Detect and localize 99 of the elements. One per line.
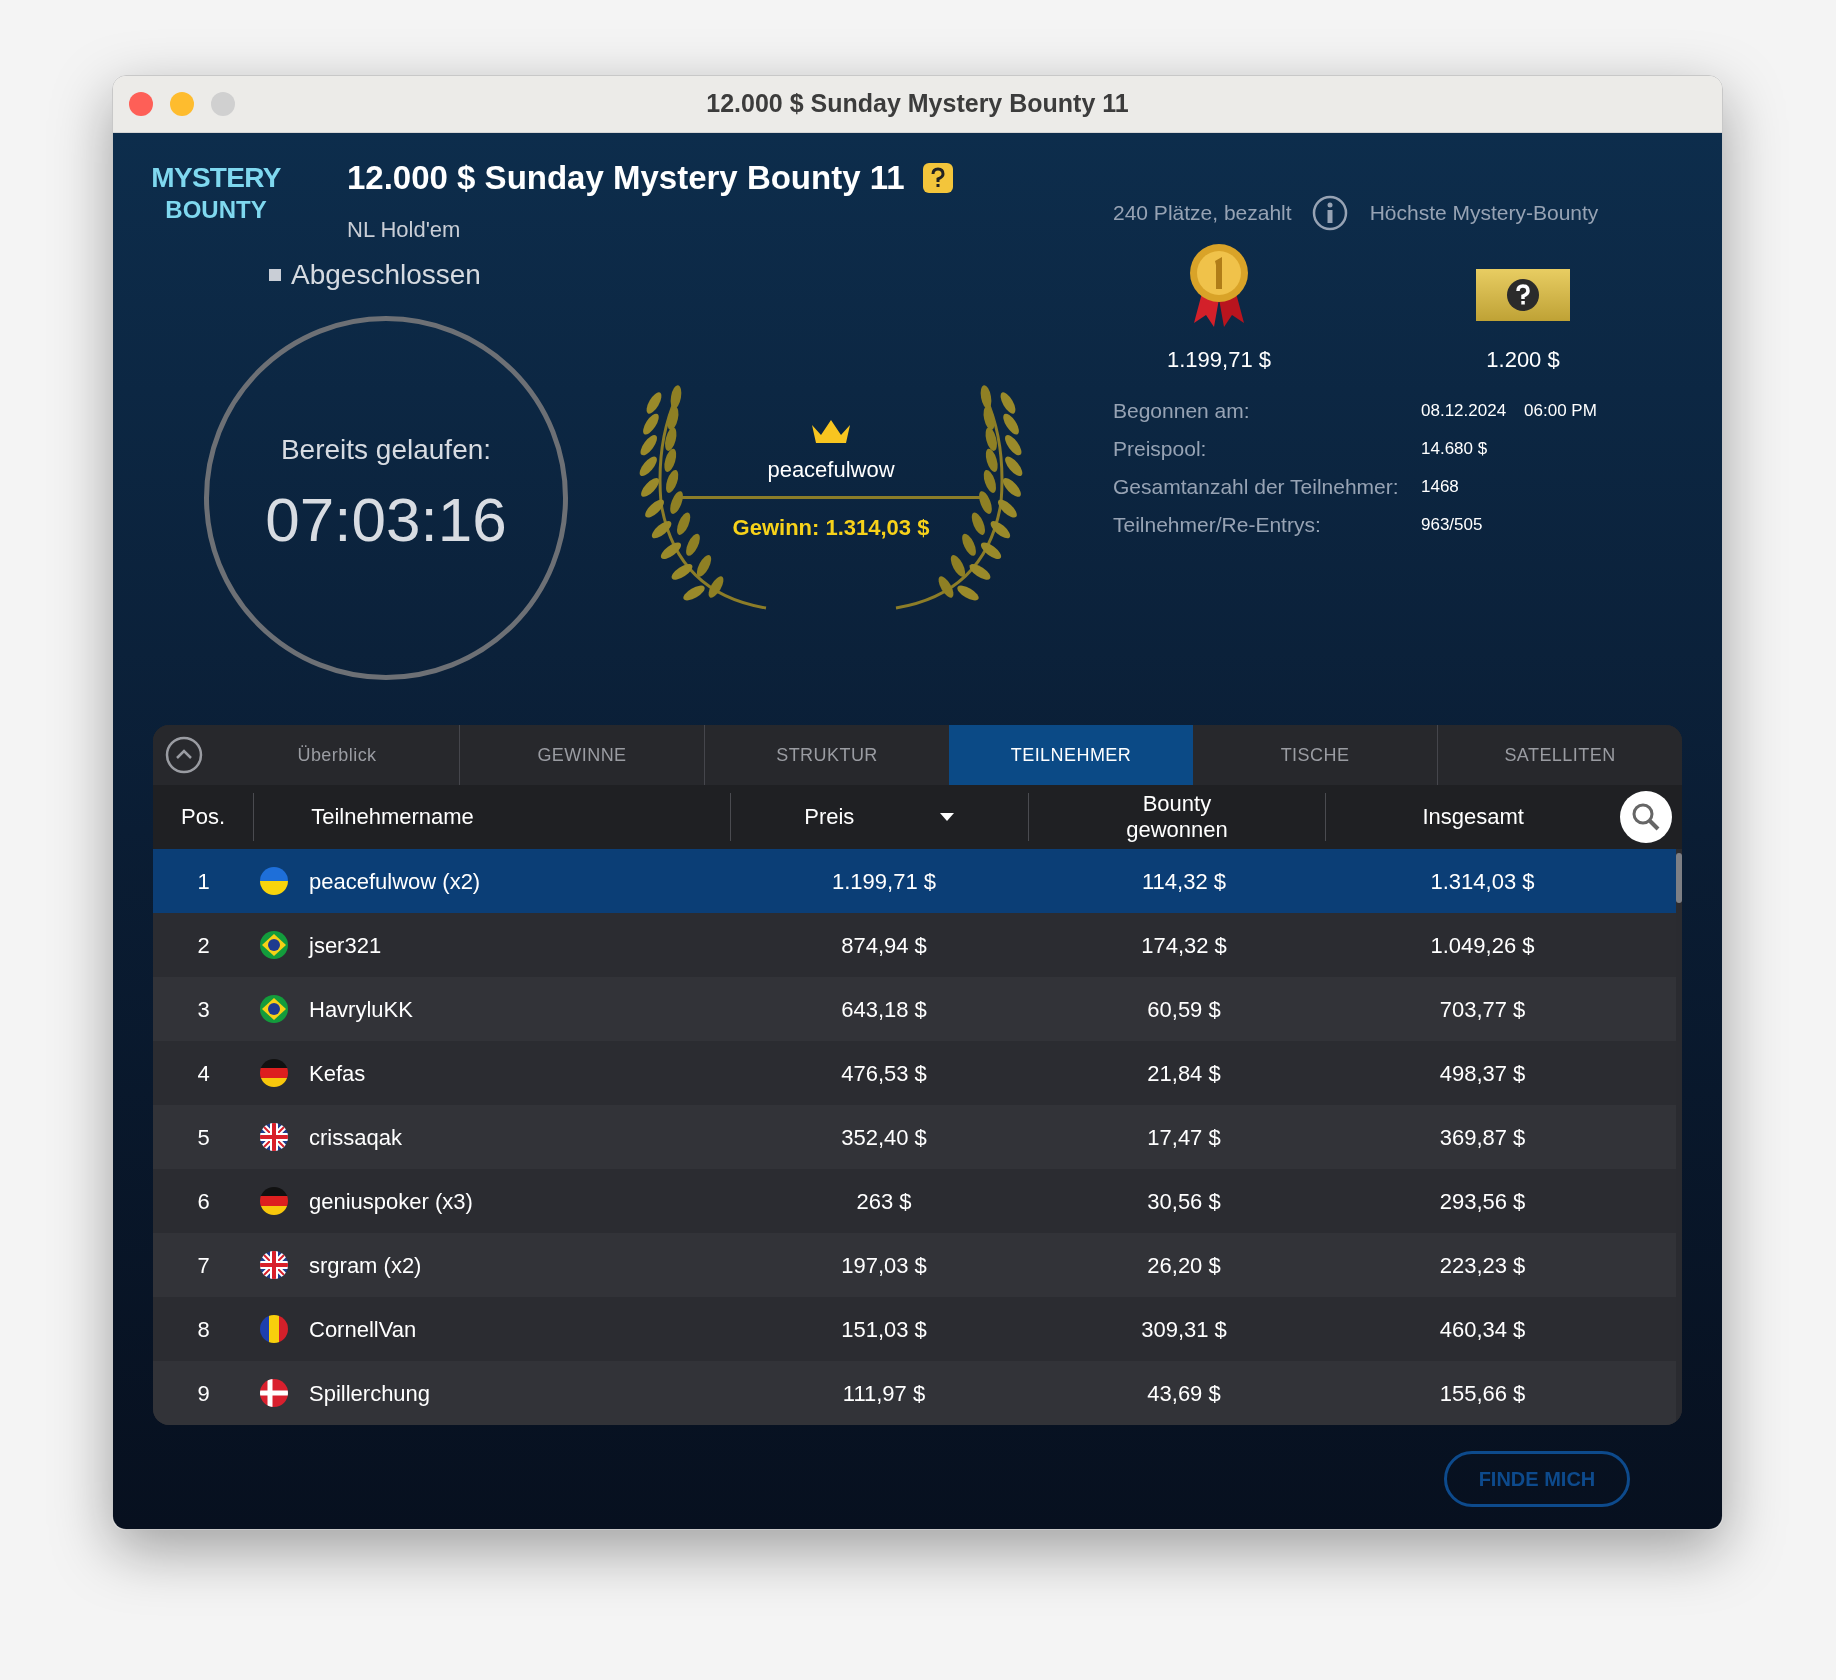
table-cell-text: 111,97 $ (842, 1379, 926, 1408)
table-cell-text: Spillerchung (309, 1379, 431, 1408)
window-title: 12.000 $ Sunday Mystery Bounty 11 (705, 88, 1130, 120)
game-type: NL Hold'em (347, 215, 462, 244)
table-cell-text: 1 (197, 867, 210, 896)
table-cell-text: 369,87 $ (1439, 1123, 1526, 1152)
table-cell-text: 1.049,26 $ (1430, 931, 1535, 960)
table-cell-text: 114,32 $ (1142, 867, 1226, 896)
table-row[interactable]: 9 Spillerchung 111,97 $ 43,69 $ 155,66 $ (153, 1361, 1676, 1425)
table-cell-text: srgram (x2) (309, 1251, 422, 1280)
table-cell-text: 8 (197, 1315, 210, 1344)
detail-label: Preispool: (1113, 439, 1208, 459)
table-cell-text: 703,77 $ (1439, 995, 1526, 1024)
table-cell-text: geniuspoker (x3) (309, 1187, 473, 1216)
timer-label: Bereits gelaufen: (280, 433, 492, 467)
column-header[interactable]: Teilnehmername (311, 804, 474, 830)
table-cell-text: crissaqak (309, 1123, 402, 1152)
flag-icon (259, 1186, 289, 1216)
detail-value: 06:00 PM (1524, 400, 1597, 423)
detail-label: Teilnehmer/Re-Entrys: (1113, 515, 1322, 535)
detail-value: 08.12.2024 (1421, 400, 1507, 423)
tab[interactable]: Überblick (215, 725, 459, 785)
status-text: Abgeschlossen (291, 257, 481, 292)
flag-icon (259, 1314, 289, 1344)
table-row[interactable]: 1 peacefulwow (x2) 1.199,71 $ 114,32 $ 1.314,03 $ (153, 849, 1676, 913)
winner-name: peacefulwow (767, 455, 895, 484)
table-cell-text: 460,34 $ (1439, 1315, 1526, 1344)
table-cell-text: 874,94 $ (841, 931, 927, 960)
table-cell-text: 2 (197, 931, 210, 960)
flag-icon (259, 1250, 289, 1280)
table-cell-text: 151,03 $ (841, 1315, 927, 1344)
flag-icon (259, 1122, 289, 1152)
detail-value: 963/505 (1421, 514, 1483, 537)
medal-icon (1188, 243, 1250, 329)
table-cell-text: 197,03 $ (841, 1251, 927, 1280)
flag-icon (259, 1378, 289, 1408)
help-icon[interactable] (922, 162, 953, 193)
table-cell-text: 5 (197, 1123, 210, 1152)
table-cell-text: 1.314,03 $ (1430, 867, 1535, 896)
table-cell-text: 3 (197, 995, 210, 1024)
flag-icon (259, 866, 289, 896)
table-cell-text: Kefas (309, 1059, 366, 1088)
search-button[interactable] (1620, 791, 1672, 843)
top-bounty-label: Höchste Mystery-Bounty (1369, 200, 1599, 227)
tab[interactable]: TEILNEHMER (949, 725, 1193, 785)
flag-icon (259, 1058, 289, 1088)
table-cell-text: 352,40 $ (841, 1123, 927, 1152)
timer-value: 07:03:16 (265, 484, 507, 556)
detail-value: 1468 (1421, 476, 1459, 499)
winner-prize: Gewinn: 1.314,03 $ (732, 513, 930, 542)
table-cell-text: 7 (197, 1251, 210, 1280)
table-cell-text: 9 (197, 1379, 210, 1408)
table-cell-text: 1.199,71 $ (832, 867, 936, 896)
collapse-icon[interactable] (164, 735, 204, 775)
table-cell-text: 174,32 $ (1141, 931, 1227, 960)
table-cell-text: 4 (197, 1059, 210, 1088)
table-cell-text: 263 $ (856, 1187, 912, 1216)
tournament-title: 12.000 $ Sunday Mystery Bounty 11 (347, 158, 905, 198)
table-row[interactable]: 7 srgram (x2) 197,03 $ 26,20 $ 223,23 $ (153, 1233, 1676, 1297)
detail-label: Begonnen am: (1113, 401, 1251, 421)
paid-places: 240 Plätze, bezahlt (1113, 200, 1292, 227)
table-cell-text: 17,47 $ (1147, 1123, 1221, 1152)
table-cell-text: 26,20 $ (1147, 1251, 1221, 1280)
table-cell-text: 476,53 $ (841, 1059, 927, 1088)
status-icon (269, 268, 281, 281)
table-cell-text: 21,84 $ (1147, 1059, 1221, 1088)
flag-icon (259, 930, 289, 960)
detail-value: 14.680 $ (1421, 438, 1488, 461)
column-header[interactable]: Pos. (181, 804, 226, 830)
table-cell-text: 6 (197, 1187, 210, 1216)
column-header[interactable]: Insgesamt (1422, 804, 1524, 830)
mystery-ticket-icon (1476, 269, 1570, 321)
table-row[interactable]: 5 crissaqak 352,40 $ 17,47 $ 369,87 $ (153, 1105, 1676, 1169)
table-cell-text: 43,69 $ (1147, 1379, 1221, 1408)
table-cell-text: HavryluKK (309, 995, 413, 1024)
table-cell-text: 643,18 $ (841, 995, 927, 1024)
top-bounty-value: 1.200 $ (1486, 346, 1560, 374)
table-cell-text: 293,56 $ (1439, 1187, 1526, 1216)
table-cell-text: 223,23 $ (1439, 1251, 1526, 1280)
first-prize: 1.199,71 $ (1167, 346, 1271, 374)
table-cell-text: 60,59 $ (1147, 995, 1221, 1024)
tab[interactable]: TISCHE (1193, 725, 1437, 785)
logo-text: BOUNTY (165, 195, 267, 225)
info-icon[interactable] (1311, 195, 1348, 231)
table-cell-text: CornellVan (309, 1315, 417, 1344)
logo-text: MYSTERY (151, 161, 281, 195)
column-header[interactable]: Preis (804, 804, 855, 830)
column-header[interactable]: Bounty gewonnen (1111, 791, 1242, 843)
close-icon[interactable] (129, 92, 153, 116)
table-cell-text: 309,31 $ (1141, 1315, 1227, 1344)
table-cell-text: 498,37 $ (1439, 1059, 1526, 1088)
table-cell-text: peacefulwow (x2) (309, 867, 481, 896)
table-row[interactable]: 3 HavryluKK 643,18 $ 60,59 $ 703,77 $ (153, 977, 1676, 1041)
table-cell-text: 155,66 $ (1439, 1379, 1526, 1408)
flag-icon (259, 994, 289, 1024)
table-cell-text: jser321 (309, 931, 382, 960)
table-cell-text: 30,56 $ (1147, 1187, 1221, 1216)
search-icon (1631, 802, 1661, 832)
detail-label: Gesamtanzahl der Teilnehmer: (1113, 477, 1400, 497)
